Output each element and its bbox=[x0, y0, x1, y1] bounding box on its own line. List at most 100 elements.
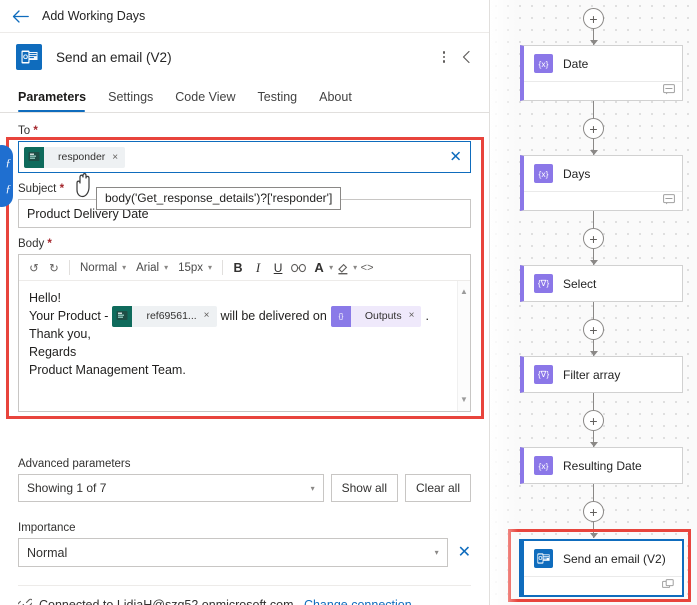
editor-line-with-tokens: Your Product - ref69561... × will be del… bbox=[29, 305, 460, 327]
flow-connector bbox=[490, 484, 697, 501]
highlight-icon[interactable] bbox=[333, 257, 353, 279]
editor-line: Regards bbox=[29, 343, 460, 361]
flow-node-send-an-email[interactable]: O Send an email (V2) bbox=[519, 539, 684, 597]
flow-node-days[interactable]: {x} Days bbox=[520, 155, 683, 211]
dynamic-content-pill[interactable]: ƒ ƒ bbox=[0, 145, 13, 207]
line-middle: will be delivered on bbox=[220, 309, 327, 323]
add-step-button[interactable]: + bbox=[583, 228, 604, 249]
tab-code-view[interactable]: Code View bbox=[164, 81, 246, 112]
field-body: Body * ↺ ↻ Normal ▾ Arial ▾ 15px ▾ B I U… bbox=[18, 238, 471, 412]
select-action-icon: {∇} bbox=[534, 274, 553, 293]
flow-connector bbox=[490, 302, 697, 319]
node-label: Resulting Date bbox=[563, 458, 642, 473]
flow-node-date[interactable]: {x} Date bbox=[520, 45, 683, 101]
field-to: To * responder × ✕ bbox=[18, 125, 471, 173]
microsoft-forms-icon bbox=[112, 305, 133, 327]
body-rich-text-editor[interactable]: ↺ ↻ Normal ▾ Arial ▾ 15px ▾ B I U A ▾ ▾ … bbox=[18, 254, 471, 412]
line-text: Product Management Team. bbox=[29, 363, 186, 377]
chip-label: Outputs bbox=[364, 310, 402, 322]
font-size-dropdown[interactable]: 15px ▾ bbox=[173, 257, 217, 279]
compose-action-icon: {x} bbox=[534, 456, 553, 475]
font-family-dropdown[interactable]: Arial ▾ bbox=[131, 257, 173, 279]
node-wrapper-date: {x} Date bbox=[490, 45, 697, 101]
scroll-up-icon[interactable]: ▲ bbox=[460, 283, 468, 301]
microsoft-forms-icon bbox=[24, 146, 44, 168]
add-step-button[interactable]: + bbox=[583, 410, 604, 431]
chip-remove-icon[interactable]: × bbox=[409, 307, 422, 325]
importance-label: Importance bbox=[18, 522, 76, 534]
advanced-select-value: Showing 1 of 7 bbox=[27, 481, 107, 495]
add-step-button[interactable]: + bbox=[583, 501, 604, 522]
chip-remove-icon[interactable]: × bbox=[204, 307, 217, 325]
more-options-icon[interactable] bbox=[433, 45, 455, 69]
clear-all-button[interactable]: Clear all bbox=[404, 474, 471, 502]
editor-content[interactable]: Hello! Your Product - ref69561... × will… bbox=[19, 281, 470, 411]
font-value: Arial bbox=[136, 261, 160, 274]
expression-tooltip: body('Get_response_details')?['responder… bbox=[96, 187, 342, 210]
undo-icon[interactable]: ↺ bbox=[24, 257, 44, 279]
advanced-parameters-select[interactable]: Showing 1 of 7 ▾ bbox=[18, 474, 324, 502]
link-icon[interactable] bbox=[288, 257, 309, 279]
copy-icon[interactable] bbox=[662, 579, 675, 593]
flow-connector bbox=[490, 101, 697, 118]
comment-icon[interactable] bbox=[663, 194, 675, 208]
token-chip-responder[interactable]: responder × bbox=[24, 146, 126, 168]
paragraph-style-dropdown[interactable]: Normal ▾ bbox=[75, 257, 131, 279]
clear-to-field-icon[interactable]: ✕ bbox=[449, 150, 462, 165]
body-label-text: Body bbox=[18, 238, 45, 250]
add-step-button[interactable]: + bbox=[583, 319, 604, 340]
flow-designer-window: Add Working Days O Send an email (V2) Pa… bbox=[0, 0, 697, 605]
flow-connector bbox=[490, 211, 697, 228]
to-label: To * bbox=[18, 125, 471, 137]
line-text: Hello! bbox=[29, 291, 61, 305]
back-arrow-icon[interactable] bbox=[10, 6, 30, 26]
node-wrapper-filter-array: {∇} Filter array bbox=[490, 356, 697, 393]
add-step-row: + bbox=[490, 410, 697, 431]
tab-parameters[interactable]: Parameters bbox=[18, 81, 97, 112]
connection-row: Connected to LidiaH@szq52.onmicrosoft.co… bbox=[0, 586, 489, 605]
token-chip-ref[interactable]: ref69561... × bbox=[112, 305, 217, 327]
tab-about[interactable]: About bbox=[308, 81, 363, 112]
action-details-panel: Add Working Days O Send an email (V2) Pa… bbox=[0, 0, 490, 605]
style-value: Normal bbox=[80, 261, 118, 274]
font-color-button[interactable]: A bbox=[309, 257, 329, 279]
flow-canvas[interactable]: + {x} Date + {x} Days + {∇} Select + {∇}… bbox=[490, 0, 697, 605]
fx-icon: ƒ bbox=[5, 183, 12, 195]
line-suffix: . bbox=[425, 309, 429, 323]
node-label: Send an email (V2) bbox=[563, 551, 666, 566]
underline-button[interactable]: U bbox=[268, 257, 288, 279]
add-step-button[interactable]: + bbox=[583, 8, 604, 29]
editor-toolbar: ↺ ↻ Normal ▾ Arial ▾ 15px ▾ B I U A ▾ ▾ … bbox=[19, 255, 470, 281]
tab-label: Code View bbox=[175, 89, 236, 104]
node-label: Filter array bbox=[563, 367, 621, 382]
importance-select[interactable]: Normal ▾ bbox=[18, 538, 448, 567]
flow-node-filter-array[interactable]: {∇} Filter array bbox=[520, 356, 683, 393]
panel-tabs: Parameters Settings Code View Testing Ab… bbox=[0, 81, 489, 113]
editor-scrollbar[interactable]: ▲ ▼ bbox=[457, 281, 470, 411]
chevron-left-icon[interactable] bbox=[455, 45, 477, 69]
scroll-down-icon[interactable]: ▼ bbox=[460, 391, 468, 409]
chip-remove-icon[interactable]: × bbox=[112, 152, 125, 163]
token-chip-outputs[interactable]: {} Outputs × bbox=[330, 305, 422, 327]
change-connection-link[interactable]: Change connection bbox=[304, 598, 412, 605]
tab-testing[interactable]: Testing bbox=[247, 81, 309, 112]
code-view-icon[interactable]: <> bbox=[357, 257, 377, 279]
comment-icon[interactable] bbox=[663, 84, 675, 98]
clear-importance-icon[interactable]: ✕ bbox=[458, 544, 471, 561]
flow-node-resulting-date[interactable]: {x} Resulting Date bbox=[520, 447, 683, 484]
flow-node-select[interactable]: {∇} Select bbox=[520, 265, 683, 302]
tab-settings[interactable]: Settings bbox=[97, 81, 164, 112]
node-label: Date bbox=[563, 56, 589, 71]
add-step-button[interactable]: + bbox=[583, 118, 604, 139]
advanced-parameters-section: Advanced parameters Showing 1 of 7 ▾ Sho… bbox=[0, 458, 489, 502]
chevron-down-icon: ▾ bbox=[164, 263, 169, 272]
italic-button[interactable]: I bbox=[248, 257, 268, 279]
filter-action-icon: {∇} bbox=[534, 365, 553, 384]
redo-icon[interactable]: ↻ bbox=[44, 257, 64, 279]
flow-name-title: Add Working Days bbox=[42, 9, 146, 23]
show-all-button[interactable]: Show all bbox=[330, 474, 398, 502]
tab-label: About bbox=[319, 89, 352, 104]
to-input[interactable]: responder × ✕ bbox=[18, 141, 471, 173]
bold-button[interactable]: B bbox=[228, 257, 248, 279]
required-marker: * bbox=[59, 183, 65, 195]
